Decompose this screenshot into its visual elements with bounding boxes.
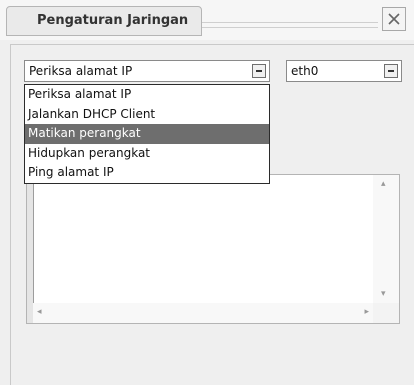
- close-button[interactable]: [382, 7, 406, 31]
- dropdown-item[interactable]: Jalankan DHCP Client: [25, 105, 269, 125]
- horizontal-scrollbar[interactable]: ◂ ▸: [33, 303, 373, 323]
- interface-select[interactable]: eth0: [286, 60, 402, 82]
- title-bar-separator: [202, 22, 378, 28]
- action-dropdown-list: Periksa alamat IP Jalankan DHCP Client M…: [24, 84, 270, 184]
- window-title-tab[interactable]: Pengaturan Jaringan: [6, 6, 202, 36]
- scroll-down-icon[interactable]: ▾: [381, 289, 386, 299]
- dropdown-item[interactable]: Matikan perangkat: [25, 124, 269, 144]
- scroll-right-icon[interactable]: ▸: [364, 307, 369, 317]
- interface-select-value: eth0: [291, 64, 319, 78]
- output-textarea[interactable]: ▴ ▾ ◂ ▸: [26, 174, 400, 324]
- scrollbar-corner: [373, 303, 399, 323]
- network-settings-window: Pengaturan Jaringan Periksa alamat IP et…: [0, 0, 414, 385]
- action-select-value: Periksa alamat IP: [29, 64, 133, 78]
- dropdown-item[interactable]: Periksa alamat IP: [25, 85, 269, 105]
- action-select[interactable]: Periksa alamat IP: [24, 60, 270, 82]
- dropdown-item[interactable]: Hidupkan perangkat: [25, 144, 269, 164]
- chevron-down-icon[interactable]: [252, 64, 266, 78]
- title-bar: Pengaturan Jaringan: [0, 0, 414, 40]
- dropdown-item[interactable]: Ping alamat IP: [25, 163, 269, 183]
- scroll-up-icon[interactable]: ▴: [381, 179, 386, 189]
- chevron-down-icon[interactable]: [384, 64, 398, 78]
- vertical-scrollbar[interactable]: ▴ ▾: [373, 175, 399, 303]
- scroll-left-icon[interactable]: ◂: [37, 307, 42, 317]
- output-left-edge: [27, 175, 34, 323]
- close-icon: [388, 13, 400, 25]
- window-title: Pengaturan Jaringan: [37, 13, 189, 28]
